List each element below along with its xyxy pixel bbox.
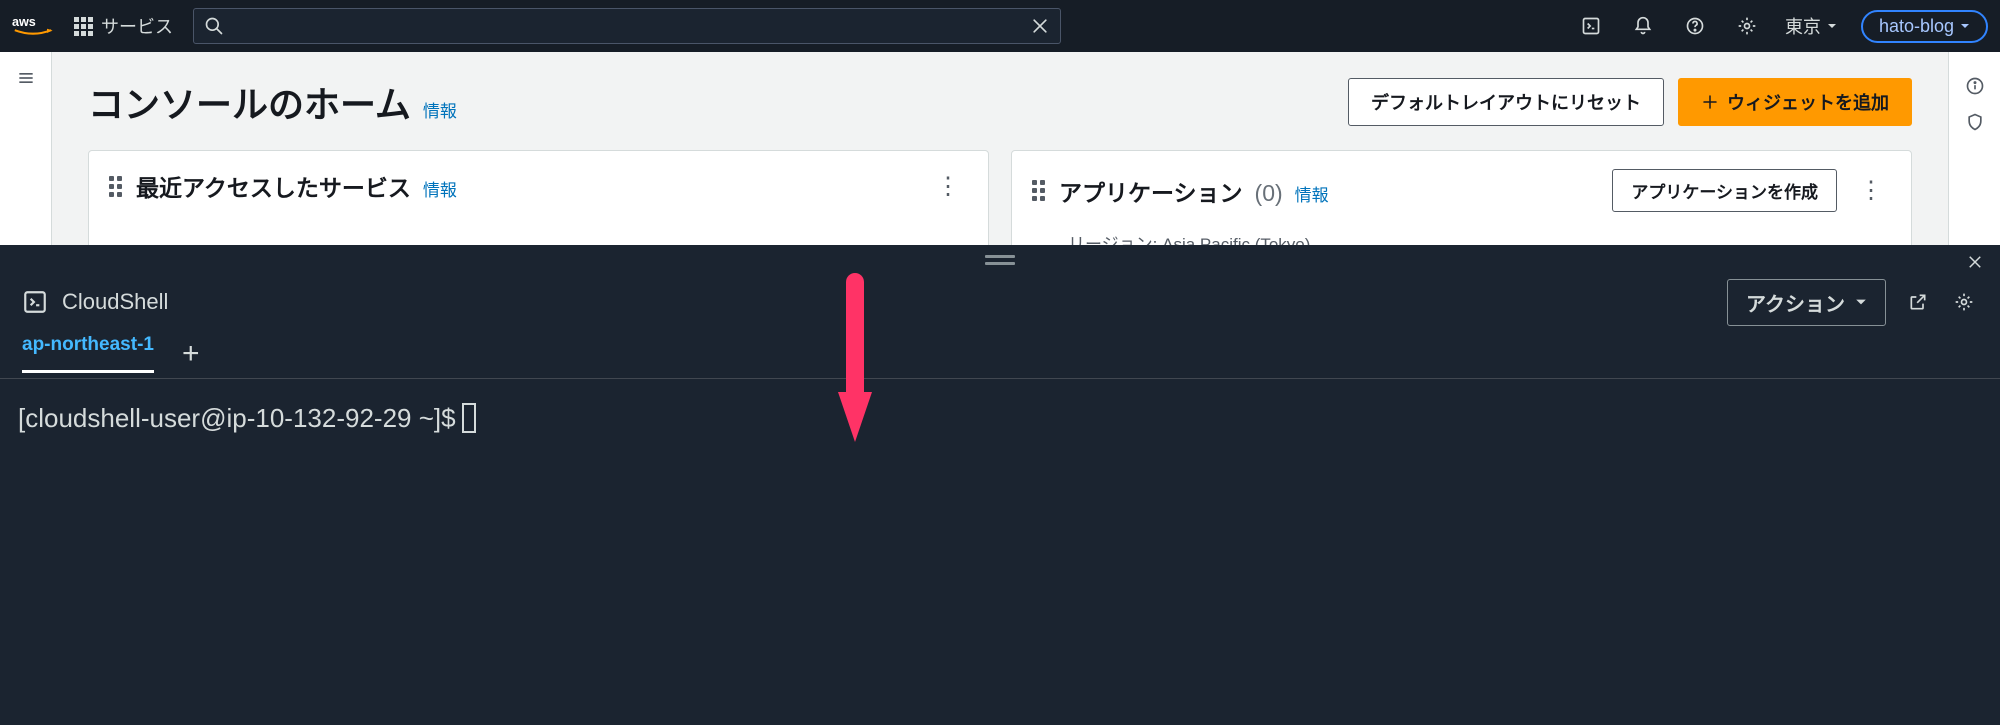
- widget-info-link[interactable]: 情報: [1295, 181, 1329, 206]
- chevron-down-icon: [1855, 296, 1867, 308]
- services-menu-button[interactable]: サービス: [66, 9, 181, 43]
- widget-title: アプリケーション (0) 情報: [1059, 174, 1329, 208]
- search-icon: [204, 16, 224, 36]
- add-widget-button[interactable]: ウィジェットを追加: [1678, 78, 1912, 126]
- terminal-cursor: [462, 403, 476, 433]
- cloudshell-terminal[interactable]: [cloudshell-user@ip-10-132-92-29 ~]$: [0, 379, 2000, 725]
- drag-handle-icon[interactable]: [109, 176, 122, 197]
- svg-text:aws: aws: [12, 15, 36, 29]
- grid-icon: [74, 17, 93, 36]
- cloudshell-tab-bar: ap-northeast-1 +: [0, 329, 2000, 379]
- gear-icon[interactable]: [1950, 288, 1978, 316]
- region-selector[interactable]: 東京: [1785, 13, 1837, 39]
- terminal-prompt: [cloudshell-user@ip-10-132-92-29 ~]$: [18, 403, 456, 434]
- drag-handle-icon[interactable]: [1032, 180, 1045, 201]
- cloudshell-resize-handle[interactable]: [0, 245, 2000, 275]
- user-label: hato-blog: [1879, 16, 1954, 37]
- terminal-icon: [22, 289, 48, 315]
- create-application-button[interactable]: アプリケーションを作成: [1612, 169, 1837, 212]
- clear-search-icon[interactable]: [1030, 16, 1050, 36]
- aws-logo[interactable]: aws: [12, 13, 54, 39]
- widget-count: (0): [1255, 180, 1283, 207]
- page-actions: デフォルトレイアウトにリセット ウィジェットを追加: [1348, 78, 1912, 126]
- search-bar[interactable]: [193, 8, 1061, 44]
- widget-info-link[interactable]: 情報: [423, 176, 457, 201]
- cloudshell-icon[interactable]: [1577, 12, 1605, 40]
- page-title-info-link[interactable]: 情報: [423, 97, 457, 122]
- cloudshell-header: CloudShell アクション: [0, 275, 2000, 329]
- top-navbar: aws サービス 東京 hato-blog: [0, 0, 2000, 52]
- user-menu[interactable]: hato-blog: [1861, 10, 1988, 43]
- widget-title: 最近アクセスしたサービス 情報: [136, 169, 457, 203]
- plus-icon: [1701, 93, 1719, 111]
- widget-kebab-menu[interactable]: ⋮: [928, 172, 968, 201]
- services-label: サービス: [101, 13, 173, 39]
- widget-kebab-menu[interactable]: ⋮: [1851, 176, 1891, 205]
- cloudshell-close-button[interactable]: [1966, 253, 1984, 276]
- search-input[interactable]: [234, 17, 1020, 35]
- info-circle-icon[interactable]: [1961, 72, 1989, 100]
- cloudshell-tab[interactable]: ap-northeast-1: [22, 334, 154, 373]
- page-title-text: コンソールのホーム: [88, 76, 411, 128]
- cloudshell-actions-button[interactable]: アクション: [1727, 279, 1886, 326]
- cloudshell-title: CloudShell: [62, 289, 168, 315]
- popout-icon[interactable]: [1904, 288, 1932, 316]
- region-label: 東京: [1785, 13, 1821, 39]
- settings-icon[interactable]: [1733, 12, 1761, 40]
- reset-layout-button[interactable]: デフォルトレイアウトにリセット: [1348, 78, 1664, 126]
- help-icon[interactable]: [1681, 12, 1709, 40]
- notifications-icon[interactable]: [1629, 12, 1657, 40]
- chevron-down-icon: [1960, 21, 1970, 31]
- cloudshell-add-tab-button[interactable]: +: [182, 337, 200, 371]
- topnav-right: 東京 hato-blog: [1577, 10, 1988, 43]
- page-header: コンソールのホーム 情報 デフォルトレイアウトにリセット ウィジェットを追加: [52, 52, 1948, 150]
- cloudshell-panel: CloudShell アクション ap-northeast-1 + [cloud…: [0, 245, 2000, 725]
- page-title: コンソールのホーム 情報: [88, 76, 457, 128]
- hamburger-icon[interactable]: [12, 64, 40, 92]
- shield-icon[interactable]: [1961, 108, 1989, 136]
- chevron-down-icon: [1827, 21, 1837, 31]
- annotation-arrow: [830, 272, 880, 457]
